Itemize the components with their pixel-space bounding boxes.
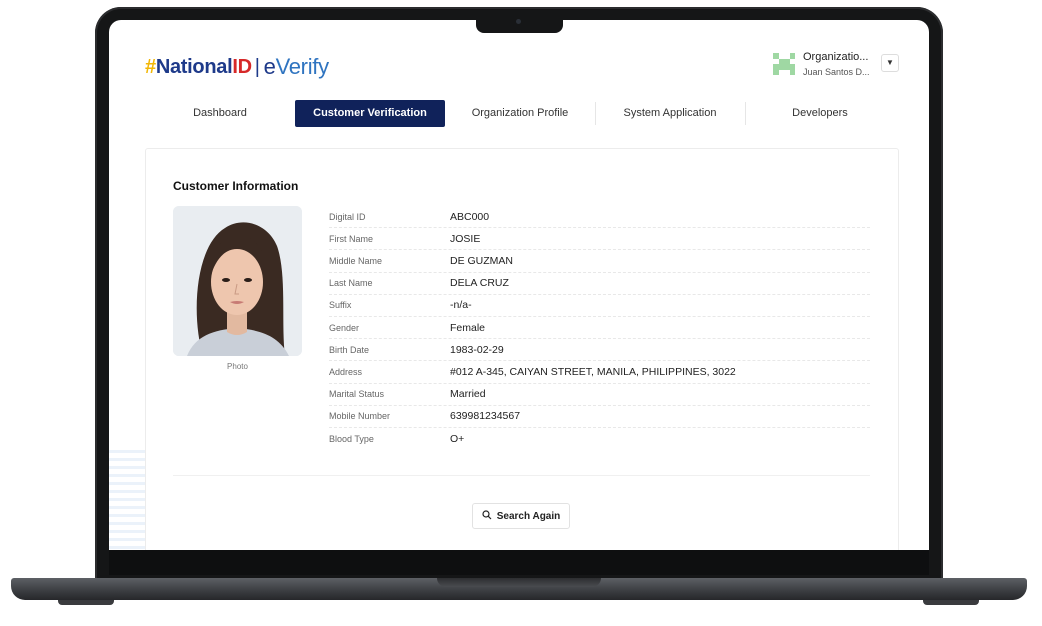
field-row: Blood Type O+ [329, 432, 465, 445]
field-row: Birth Date 1983-02-29 [329, 339, 870, 362]
customer-photo [173, 206, 302, 356]
card-title: Customer Information [173, 179, 299, 193]
divider [173, 475, 870, 476]
field-row: Last Name DELA CRUZ [329, 273, 870, 295]
tab-system-application[interactable]: System Application [595, 100, 745, 127]
organization-name: Organizatio... [803, 51, 869, 63]
photo-caption: Photo [227, 362, 248, 371]
field-row: Marital Status Married [329, 384, 870, 406]
search-again-label: Search Again [496, 510, 561, 522]
search-icon [482, 509, 492, 523]
app-screen: # National ID | e Verify Organizatio... Juan … [109, 20, 929, 550]
tab-customer-verification[interactable]: Customer Verification [295, 100, 445, 127]
field-row: First Name JOSIE [329, 228, 870, 251]
decorative-pattern [109, 450, 145, 550]
field-row: Middle Name DE GUZMAN [329, 250, 870, 273]
tab-developers[interactable]: Developers [745, 100, 895, 127]
laptop-foot-left [58, 600, 114, 605]
field-row: Address #012 A-345, CAIYAN STREET, MANIL… [329, 361, 870, 384]
laptop-hinge-notch [437, 578, 601, 587]
main-nav: Dashboard Customer Verification Organiza… [145, 100, 895, 127]
tab-organization-profile[interactable]: Organization Profile [445, 100, 595, 127]
organization-avatar-icon [773, 53, 795, 75]
customer-information-card: Customer Information Photo Digital ID AB… [145, 148, 899, 550]
tab-dashboard[interactable]: Dashboard [145, 100, 295, 127]
customer-fields: Digital ID ABC000 First Name JOSIE Middl… [329, 206, 870, 450]
search-again-button[interactable]: Search Again [472, 503, 570, 529]
field-row: Mobile Number 639981234567 [329, 406, 870, 428]
user-name: Juan Santos D... [803, 67, 870, 77]
brand-logo[interactable]: # National ID | e Verify [145, 54, 329, 80]
laptop-foot-right [923, 600, 979, 605]
field-row: Digital ID ABC000 [329, 206, 870, 229]
laptop-bezel [109, 550, 929, 575]
chevron-down-icon[interactable]: ▼ [881, 54, 899, 72]
field-row: Suffix -n/a- [329, 295, 870, 317]
organization-menu[interactable]: Organizatio... Juan Santos D... ▼ [773, 50, 907, 82]
camera-icon [516, 19, 521, 24]
field-row: Gender Female [329, 317, 870, 340]
